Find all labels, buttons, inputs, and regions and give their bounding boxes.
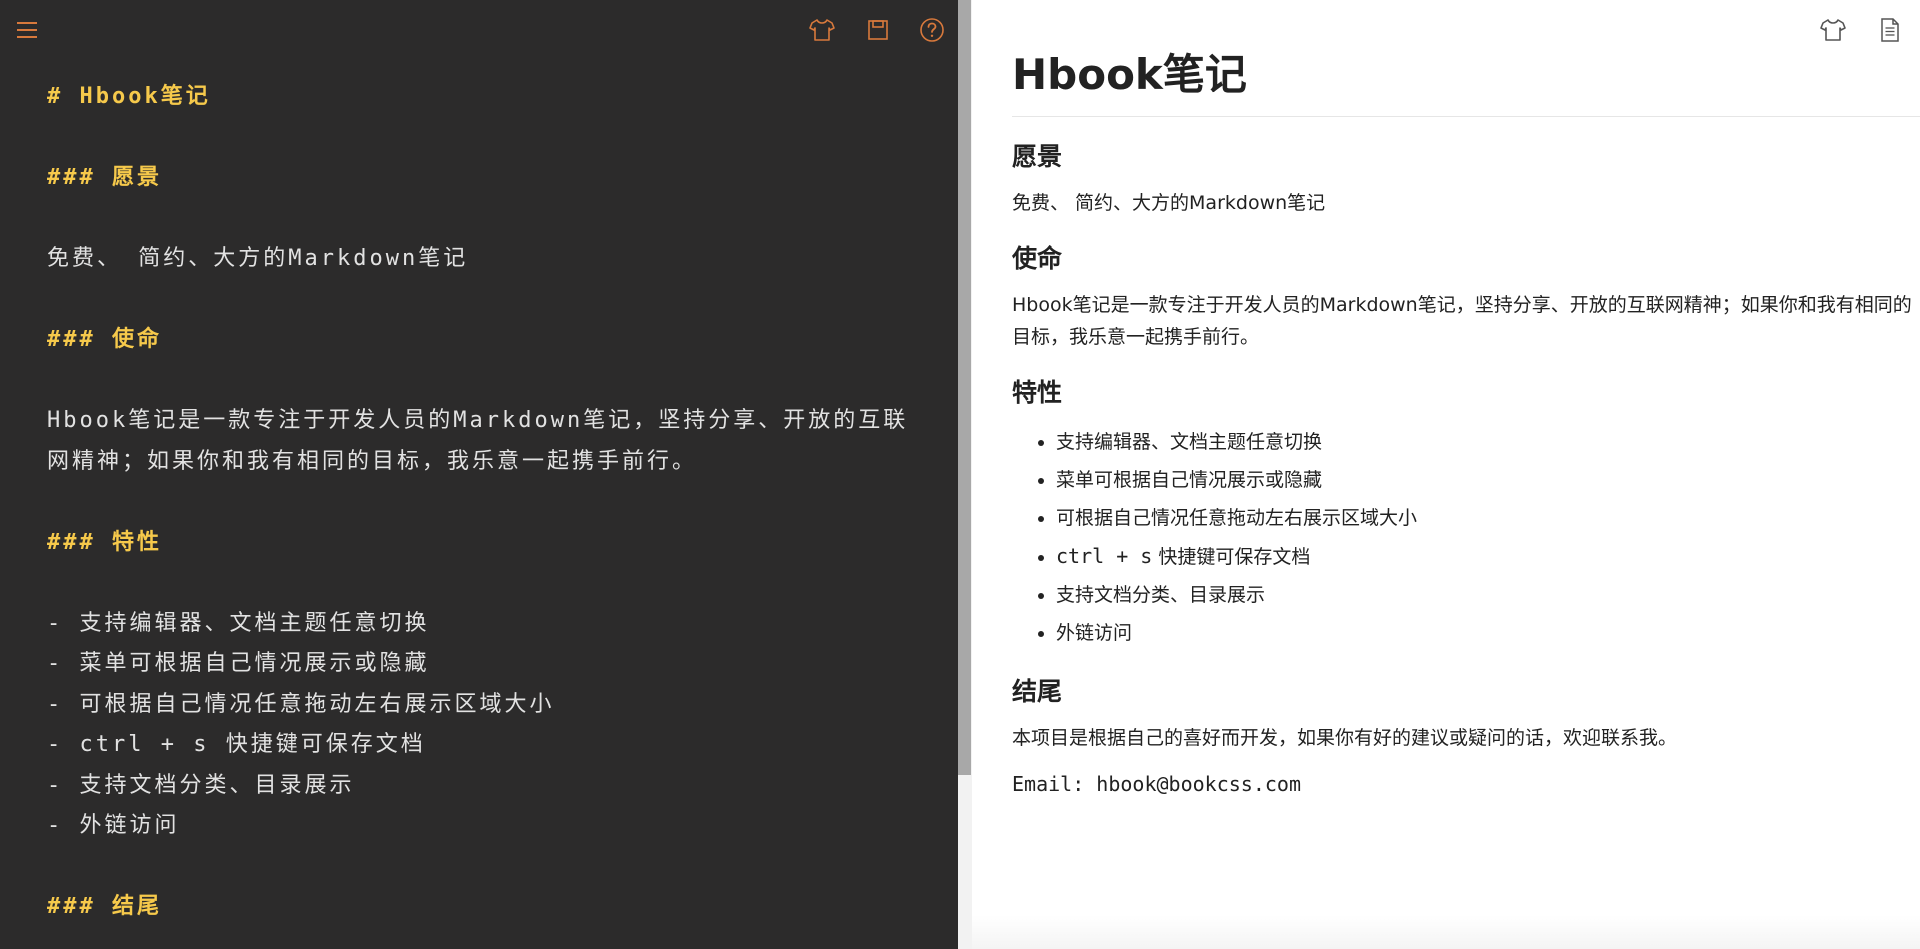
editor-line-feature-item: - 外链访问 xyxy=(47,813,180,838)
editor-line-features-heading: ### 特性 xyxy=(47,529,162,555)
editor-line-vision-text: 免费、 简约、大方的Markdown笔记 xyxy=(47,246,469,271)
section-heading-mission: 使命 xyxy=(1012,244,1063,273)
menu-icon[interactable] xyxy=(14,16,42,44)
features-list: 支持编辑器、文档主题任意切换 菜单可根据自己情况展示或隐藏 可根据自己情况任意拖… xyxy=(1012,423,1920,652)
markdown-preview-pane: Hbook笔记 愿景 免费、 简约、大方的Markdown笔记 使命 Hbook… xyxy=(972,0,1920,949)
contact-email: Email: hbook@bookcss.com xyxy=(1012,772,1301,796)
editor-line-feature-item: - 支持文档分类、目录展示 xyxy=(47,772,355,798)
section-heading-features: 特性 xyxy=(1012,378,1063,407)
editor-line-mission-heading: ### 使命 xyxy=(47,327,162,352)
section-text-vision: 免费、 简约、大方的Markdown笔记 xyxy=(1012,192,1326,214)
list-item: ctrl + s 快捷键可保存文档 xyxy=(1056,537,1920,576)
save-icon[interactable] xyxy=(864,16,892,44)
editor-blank-line xyxy=(47,280,917,321)
section-text-mission: Hbook笔记是一款专注于开发人员的Markdown笔记，坚持分享、开放的互联网… xyxy=(1012,294,1912,348)
editor-blank-line xyxy=(47,847,917,888)
editor-blank-line xyxy=(47,563,917,604)
section-heading-ending: 结尾 xyxy=(1012,677,1063,706)
editor-line-h1: # Hbook笔记 xyxy=(47,84,211,109)
list-item: 可根据自己情况任意拖动左右展示区域大小 xyxy=(1056,499,1920,537)
app-window: # Hbook笔记 ### 愿景 免费、 简约、大方的Markdown笔记 ##… xyxy=(0,0,1920,949)
list-item: 外链访问 xyxy=(1056,614,1920,652)
editor-line-feature-item: - 支持编辑器、文档主题任意切换 xyxy=(47,610,430,636)
editor-toolbar xyxy=(0,0,958,62)
editor-line-vision-heading: ### 愿景 xyxy=(47,165,162,190)
section-heading-vision: 愿景 xyxy=(1012,142,1063,171)
list-item-text: 快捷键可保存文档 xyxy=(1158,546,1311,568)
editor-line-ending-heading: ### 结尾 xyxy=(47,894,162,919)
list-item-text: 支持文档分类、目录展示 xyxy=(1056,584,1266,606)
editor-scrollbar-thumb[interactable] xyxy=(958,0,971,775)
editor-blank-line xyxy=(47,199,917,240)
list-item: 菜单可根据自己情况展示或隐藏 xyxy=(1056,461,1920,499)
section-text-ending: 本项目是根据自己的喜好而开发，如果你有好的建议或疑问的话，欢迎联系我。 xyxy=(1012,727,1678,749)
editor-line-feature-item: - 可根据自己情况任意拖动左右展示区域大小 xyxy=(47,691,555,717)
markdown-editor-pane[interactable]: # Hbook笔记 ### 愿景 免费、 简约、大方的Markdown笔记 ##… xyxy=(0,0,958,949)
editor-blank-line xyxy=(47,118,917,159)
editor-line-feature-item: - ctrl + s 快捷键可保存文档 xyxy=(47,732,426,757)
list-item-text: 外链访问 xyxy=(1056,622,1133,644)
bottom-fade xyxy=(972,915,1920,949)
list-item-text: 可根据自己情况任意拖动左右展示区域大小 xyxy=(1056,507,1418,529)
pane-resize-handle[interactable] xyxy=(958,0,972,949)
list-item: 支持文档分类、目录展示 xyxy=(1056,576,1920,614)
rendered-document: Hbook笔记 愿景 免费、 简约、大方的Markdown笔记 使命 Hbook… xyxy=(1012,40,1920,814)
list-item-text: 菜单可根据自己情况展示或隐藏 xyxy=(1056,469,1323,491)
tshirt-icon[interactable] xyxy=(808,16,836,44)
editor-line-feature-item: - 菜单可根据自己情况展示或隐藏 xyxy=(47,651,430,676)
editor-blank-line xyxy=(47,482,917,523)
editor-blank-line xyxy=(47,361,917,402)
help-circle-icon[interactable] xyxy=(918,16,946,44)
shortcut-code: ctrl + s xyxy=(1056,544,1153,568)
list-item: 支持编辑器、文档主题任意切换 xyxy=(1056,423,1920,461)
editor-line-mission-text: Hbook笔记是一款专注于开发人员的Markdown笔记，坚持分享、开放的互联网… xyxy=(47,408,909,474)
document-title: Hbook笔记 xyxy=(1012,40,1920,117)
editor-text-area[interactable]: # Hbook笔记 ### 愿景 免费、 简约、大方的Markdown笔记 ##… xyxy=(47,77,917,928)
list-item-text: 支持编辑器、文档主题任意切换 xyxy=(1056,431,1323,453)
